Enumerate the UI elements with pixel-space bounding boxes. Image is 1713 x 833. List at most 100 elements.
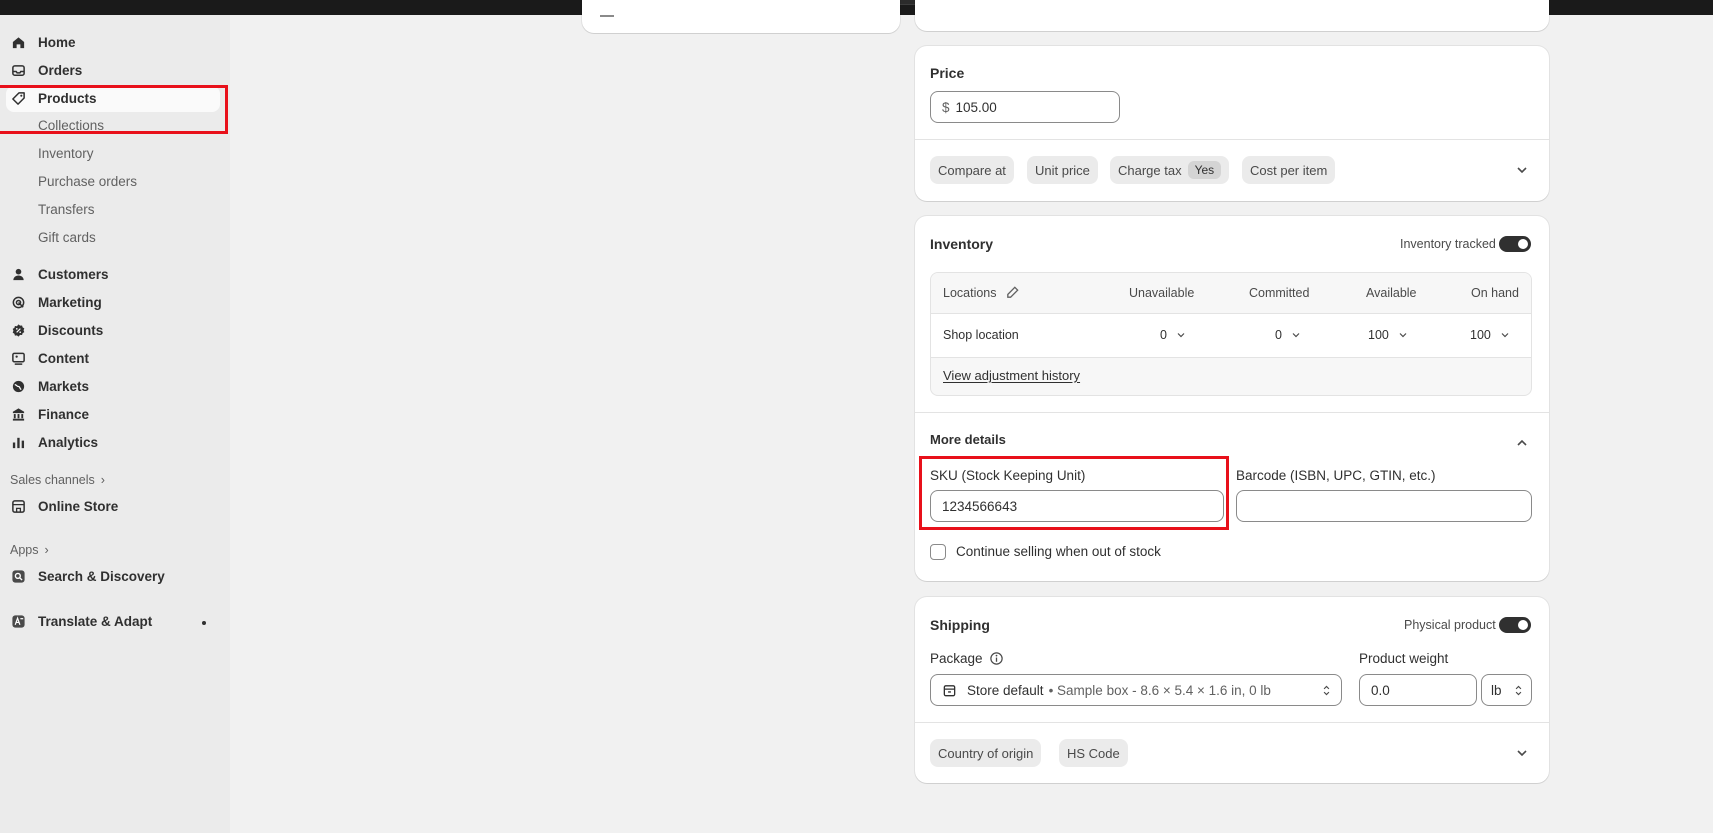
left-card-stub xyxy=(582,0,900,33)
price-card: Price $ 105.00 Compare at Unit price Cha… xyxy=(915,46,1549,201)
sidebar-item-marketing[interactable]: Marketing xyxy=(10,289,102,315)
sidebar-item-translate-adapt[interactable]: Translate & Adapt xyxy=(10,608,152,634)
sidebar-item-orders[interactable]: Orders xyxy=(10,57,82,83)
on-hand-dropdown[interactable]: 100 xyxy=(1470,328,1511,342)
sidebar-item-finance[interactable]: Finance xyxy=(10,401,89,427)
on-hand-column-header: On hand xyxy=(1471,286,1519,300)
sales-channels-label: Sales channels xyxy=(10,473,95,487)
view-adjustment-history-link[interactable]: View adjustment history xyxy=(943,368,1080,383)
chevron-right-icon: › xyxy=(44,543,49,557)
info-icon[interactable] xyxy=(989,651,1004,666)
sidebar-item-label: Translate & Adapt xyxy=(38,613,153,629)
chevron-down-icon[interactable] xyxy=(1514,162,1530,178)
apps-label: Apps xyxy=(10,543,39,557)
sidebar-subitem-purchase-orders[interactable]: Purchase orders xyxy=(38,174,137,189)
chip-label: HS Code xyxy=(1067,745,1120,761)
package-select[interactable]: Store default • Sample box - 8.6 × 5.4 ×… xyxy=(930,674,1342,706)
media-icon xyxy=(600,14,614,17)
sidebar-item-discounts[interactable]: Discounts xyxy=(10,317,103,343)
inventory-tracked-toggle[interactable] xyxy=(1499,236,1531,252)
inbox-icon xyxy=(10,62,26,78)
notification-dot xyxy=(202,621,206,625)
sidebar-item-label: Content xyxy=(38,350,89,366)
chip-label: Country of origin xyxy=(938,745,1034,761)
sidebar-item-markets[interactable]: Markets xyxy=(10,373,89,399)
cost-per-item-chip[interactable]: Cost per item xyxy=(1242,156,1336,184)
sidebar-subitem-transfers[interactable]: Transfers xyxy=(38,202,95,217)
chevron-up-icon[interactable] xyxy=(1514,435,1530,451)
cell-value: 100 xyxy=(1368,328,1389,342)
sidebar-item-label: Marketing xyxy=(38,294,102,310)
chip-label: Cost per item xyxy=(1250,162,1328,178)
select-arrows-icon xyxy=(1323,685,1330,695)
package-box-icon xyxy=(943,684,956,696)
price-divider xyxy=(915,139,1549,140)
price-value: 105.00 xyxy=(955,99,997,115)
unit-price-chip[interactable]: Unit price xyxy=(1027,156,1098,184)
sales-channels-header[interactable]: Sales channels › xyxy=(10,473,105,487)
weight-value: 0.0 xyxy=(1371,682,1390,698)
weight-unit: lb xyxy=(1491,682,1502,698)
continue-selling-checkbox[interactable] xyxy=(930,544,946,560)
more-details-title: More details xyxy=(930,432,1006,447)
locations-column-header: Locations xyxy=(943,285,1020,300)
chevron-down-icon xyxy=(1501,333,1509,338)
sidebar-item-content[interactable]: Content xyxy=(10,345,89,371)
shipping-card: Shipping Physical product Package Store … xyxy=(915,597,1549,783)
compare-at-chip[interactable]: Compare at xyxy=(930,156,1014,184)
sidebar-subitem-inventory[interactable]: Inventory xyxy=(38,146,94,161)
committed-column-header: Committed xyxy=(1249,286,1310,300)
unavailable-dropdown[interactable]: 0 xyxy=(1160,328,1187,342)
globe-icon xyxy=(10,378,26,394)
top-card-stub xyxy=(915,0,1549,31)
physical-product-toggle[interactable] xyxy=(1499,617,1531,633)
sidebar-item-label: Analytics xyxy=(38,434,99,450)
inventory-title: Inventory xyxy=(930,236,994,252)
inventory-table-header: Locations Unavailable Committed Availabl… xyxy=(931,273,1531,314)
cell-value: 0 xyxy=(1160,328,1167,342)
sidebar-item-label: Online Store xyxy=(38,498,119,514)
sidebar-item-label: Markets xyxy=(38,378,90,394)
products-highlight-box xyxy=(0,85,228,134)
barcode-input[interactable] xyxy=(1236,490,1532,522)
price-input[interactable]: $ 105.00 xyxy=(930,91,1120,123)
inventory-tracked-label: Inventory tracked xyxy=(1400,237,1496,251)
sidebar-item-label: Home xyxy=(38,34,76,50)
chevron-right-icon: › xyxy=(100,473,105,487)
select-arrows-icon xyxy=(1515,685,1522,695)
package-label: Package xyxy=(930,651,983,666)
target-icon xyxy=(10,294,26,310)
more-details-divider xyxy=(915,412,1549,413)
price-title: Price xyxy=(930,65,965,81)
available-dropdown[interactable]: 100 xyxy=(1368,328,1409,342)
sidebar-subitem-gift-cards[interactable]: Gift cards xyxy=(38,230,96,245)
sidebar-item-label: Search & Discovery xyxy=(38,568,165,584)
chip-label: Unit price xyxy=(1035,162,1090,178)
package-label-row: Package xyxy=(930,651,1004,666)
weight-unit-select[interactable]: lb xyxy=(1481,674,1532,706)
table-row: Shop location 0 0 100 100 xyxy=(931,314,1531,358)
committed-dropdown[interactable]: 0 xyxy=(1275,328,1302,342)
location-name: Shop location xyxy=(943,328,1019,342)
shipping-divider xyxy=(915,722,1549,723)
sidebar-item-analytics[interactable]: Analytics xyxy=(10,429,98,455)
search-discovery-icon xyxy=(10,568,26,584)
sidebar-item-home[interactable]: Home xyxy=(10,29,76,55)
bar-chart-icon xyxy=(10,434,26,450)
sku-highlight-box xyxy=(919,456,1229,530)
hs-code-chip[interactable]: HS Code xyxy=(1059,739,1128,767)
apps-header[interactable]: Apps › xyxy=(10,543,49,557)
edit-pencil-icon[interactable] xyxy=(1005,285,1020,300)
product-weight-input[interactable]: 0.0 xyxy=(1359,674,1477,706)
charge-tax-chip[interactable]: Charge tax Yes xyxy=(1110,156,1230,184)
country-of-origin-chip[interactable]: Country of origin xyxy=(930,739,1042,767)
sidebar-item-online-store[interactable]: Online Store xyxy=(10,493,118,519)
person-icon xyxy=(10,266,26,282)
sidebar-item-search-discovery[interactable]: Search & Discovery xyxy=(10,563,165,589)
translate-icon xyxy=(10,613,26,629)
cell-value: 0 xyxy=(1275,328,1282,342)
sidebar-item-customers[interactable]: Customers xyxy=(10,261,109,287)
package-name: Store default xyxy=(967,682,1044,698)
inventory-table: Locations Unavailable Committed Availabl… xyxy=(930,272,1532,396)
chevron-down-icon[interactable] xyxy=(1514,745,1530,761)
